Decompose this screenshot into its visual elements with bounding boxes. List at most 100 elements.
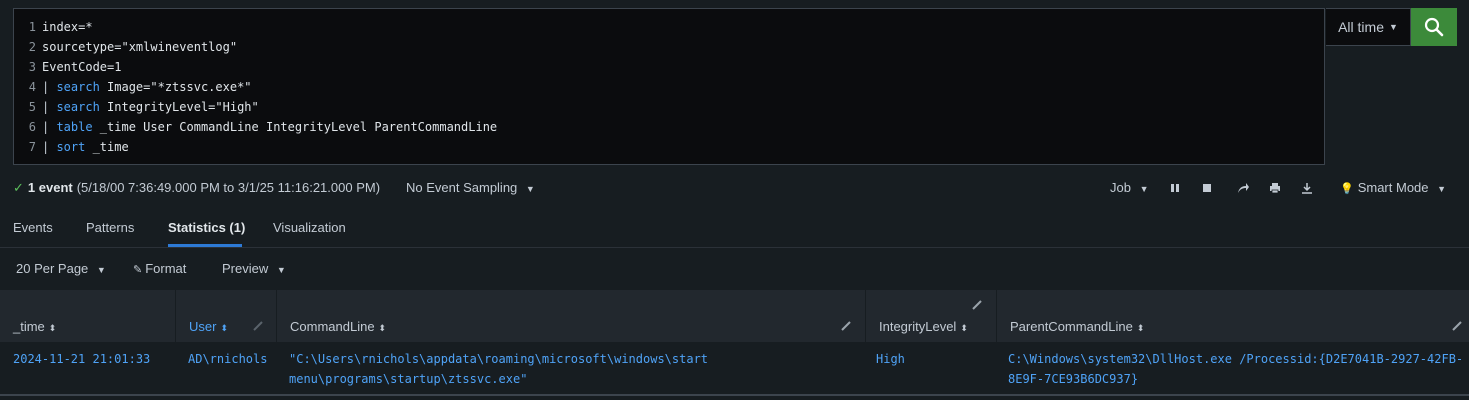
column-label: CommandLine — [290, 319, 375, 334]
pipe-symbol: | — [42, 140, 57, 154]
per-page-dropdown[interactable]: 20 Per Page ▼ — [16, 261, 106, 276]
query-command: sort — [56, 140, 86, 154]
caret-down-icon: ▼ — [276, 265, 286, 275]
lightbulb-icon: 💡 — [1340, 183, 1354, 195]
query-text: _time — [85, 140, 129, 154]
cell-user[interactable]: AD\rnichols — [188, 349, 267, 369]
edit-column-icon[interactable] — [1451, 320, 1463, 332]
search-status: ✓ 1 event (5/18/00 7:36:49.000 PM to 3/1… — [13, 179, 380, 197]
caret-down-icon: ▼ — [1139, 184, 1149, 194]
query-line[interactable]: EventCode=1 — [42, 57, 497, 77]
edit-column-icon[interactable] — [971, 299, 983, 311]
query-text: Image="*ztssvc.exe*" — [99, 80, 252, 94]
sort-icon[interactable]: ⬍ — [220, 323, 228, 333]
query-line[interactable]: | sort _time — [42, 137, 497, 157]
pencil-icon: ✎ — [133, 264, 143, 276]
query-text: _time User CommandLine IntegrityLevel Pa… — [92, 120, 498, 134]
check-icon: ✓ — [13, 180, 24, 195]
column-label: User — [189, 319, 217, 334]
share-icon[interactable] — [1236, 181, 1250, 195]
query-lines[interactable]: index=* sourcetype="xmlwineventlog" Even… — [42, 17, 497, 157]
tab-patterns[interactable]: Patterns — [86, 220, 134, 235]
tab-events[interactable]: Events — [13, 220, 53, 235]
line-number-gutter: 1 2 3 4 5 6 7 — [14, 17, 36, 157]
tab-statistics[interactable]: Statistics (1) — [168, 220, 245, 235]
caret-down-icon: ▼ — [1388, 22, 1398, 32]
line-number: 4 — [28, 80, 36, 94]
cell-commandline[interactable]: "C:\Users\rnichols\appdata\roaming\micro… — [289, 349, 708, 389]
sort-icon[interactable]: ⬍ — [379, 323, 387, 333]
caret-down-icon: ▼ — [1437, 184, 1447, 194]
sort-icon[interactable]: ⬍ — [1137, 323, 1145, 333]
time-range-label: All time — [1338, 19, 1384, 35]
column-label: _time — [13, 319, 45, 334]
line-number: 6 — [28, 120, 36, 134]
preview-dropdown[interactable]: Preview ▼ — [222, 261, 286, 276]
query-line[interactable]: | table _time User CommandLine Integrity… — [42, 117, 497, 137]
job-label: Job — [1110, 180, 1131, 195]
table-row: 2024-11-21 21:01:33 AD\rnichols "C:\User… — [0, 342, 1469, 396]
query-text: EventCode=1 — [42, 60, 122, 74]
cell-text-line: C:\Windows\system32\DllHost.exe /Process… — [1008, 352, 1464, 366]
search-icon — [1424, 17, 1444, 37]
pause-icon[interactable] — [1168, 181, 1182, 195]
job-menu[interactable]: Job ▼ — [1110, 179, 1149, 198]
query-text: IntegrityLevel="High" — [99, 100, 259, 114]
event-sampling-dropdown[interactable]: No Event Sampling ▼ — [406, 179, 535, 198]
column-header-user[interactable]: User ⬍ — [176, 290, 277, 342]
stop-icon[interactable] — [1200, 181, 1214, 195]
per-page-label: 20 Per Page — [16, 261, 89, 276]
line-number: 1 — [28, 20, 36, 34]
event-sampling-label: No Event Sampling — [406, 180, 518, 195]
query-command: search — [56, 80, 100, 94]
column-header-parentcommandline[interactable]: ParentCommandLine ⬍ — [997, 290, 1469, 342]
tab-visualization[interactable]: Visualization — [273, 220, 346, 235]
cell-integritylevel[interactable]: High — [876, 349, 905, 369]
search-button[interactable] — [1411, 8, 1457, 46]
column-header-integritylevel[interactable]: IntegrityLevel ⬍ — [866, 290, 997, 342]
sort-icon[interactable]: ⬍ — [49, 323, 57, 333]
pipe-symbol: | — [42, 100, 57, 114]
time-range-picker[interactable]: All time ▼ — [1326, 8, 1411, 46]
column-label: ParentCommandLine — [1010, 319, 1133, 334]
format-button[interactable]: ✎ Format — [133, 261, 186, 276]
cell-text-line: "C:\Users\rnichols\appdata\roaming\micro… — [289, 352, 709, 366]
export-icon[interactable] — [1300, 181, 1314, 195]
query-text: sourcetype="xmlwineventlog" — [42, 40, 238, 54]
event-count[interactable]: 1 event — [28, 179, 73, 197]
query-line[interactable]: sourcetype="xmlwineventlog" — [42, 37, 497, 57]
pipe-symbol: | — [42, 80, 57, 94]
print-icon[interactable] — [1268, 181, 1282, 195]
cell-parentcommandline[interactable]: C:\Windows\system32\DllHost.exe /Process… — [1008, 349, 1463, 389]
table-header: _time ⬍ User ⬍ CommandLine ⬍ IntegrityLevel… — [0, 290, 1469, 342]
sort-icon[interactable]: ⬍ — [960, 323, 968, 333]
time-range-summary: (5/18/00 7:36:49.000 PM to 3/1/25 11:16:… — [76, 180, 381, 195]
search-mode-label: Smart Mode — [1357, 180, 1429, 195]
column-header-commandline[interactable]: CommandLine ⬍ — [277, 290, 866, 342]
line-number: 2 — [28, 40, 36, 54]
query-line[interactable]: index=* — [42, 17, 497, 37]
search-query-editor[interactable]: 1 2 3 4 5 6 7 index=* sourcetype="xmlwin… — [13, 8, 1325, 165]
active-tab-indicator — [168, 244, 242, 247]
pipe-symbol: | — [42, 120, 57, 134]
results-tabs: Events Patterns Statistics (1) Visualiza… — [0, 209, 1469, 248]
cell-text-line: menu\programs\startup\ztssvc.exe" — [289, 372, 528, 386]
column-header-time[interactable]: _time ⬍ — [0, 290, 176, 342]
caret-down-icon: ▼ — [96, 265, 106, 275]
query-line[interactable]: | search IntegrityLevel="High" — [42, 97, 497, 117]
cell-time[interactable]: 2024-11-21 21:01:33 — [13, 349, 150, 369]
edit-column-icon[interactable] — [840, 320, 852, 332]
search-mode-dropdown[interactable]: 💡 Smart Mode ▼ — [1340, 179, 1446, 198]
cell-text-line: 8E9F-7CE93B6DC937} — [1008, 372, 1139, 386]
edit-column-icon[interactable] — [252, 320, 264, 332]
column-label: IntegrityLevel — [879, 319, 957, 334]
caret-down-icon: ▼ — [525, 184, 535, 194]
query-command: search — [56, 100, 100, 114]
line-number: 7 — [28, 140, 36, 154]
query-line[interactable]: | search Image="*ztssvc.exe*" — [42, 77, 497, 97]
format-label: Format — [145, 261, 187, 276]
query-command: table — [56, 120, 93, 134]
query-text: index=* — [42, 20, 93, 34]
preview-label: Preview — [222, 261, 269, 276]
line-number: 3 — [28, 60, 36, 74]
